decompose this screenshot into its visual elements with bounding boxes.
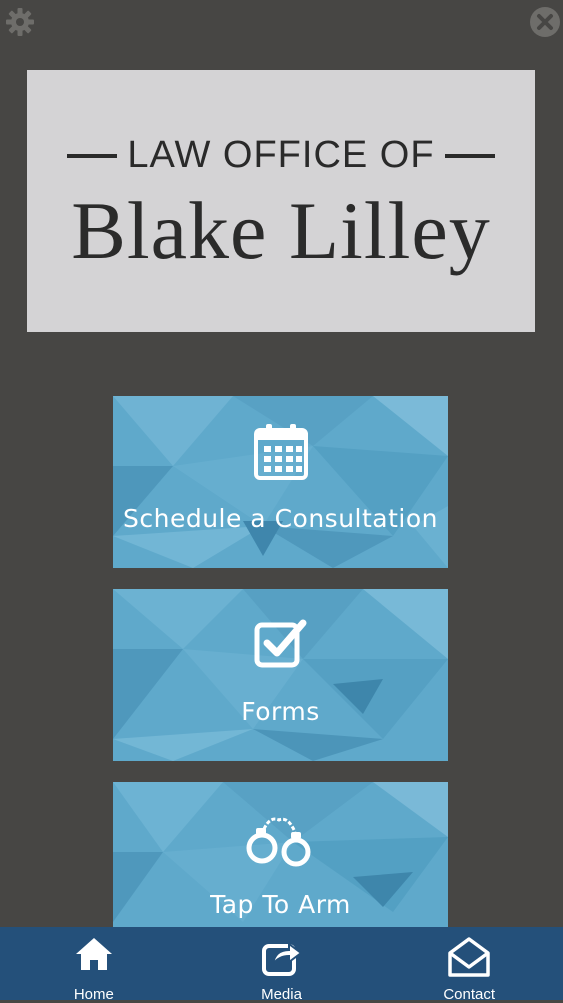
tile-label: Tap To Arm xyxy=(210,890,351,919)
tap-to-arm-button[interactable]: Tap To Arm xyxy=(113,782,448,927)
logo-dash-right xyxy=(444,153,495,158)
calendar-icon xyxy=(113,422,448,482)
law-office-logo: LAW OFFICE OF Blake Lilley xyxy=(27,70,535,332)
tab-label: Media xyxy=(261,986,302,1003)
gear-icon[interactable] xyxy=(4,6,36,38)
logo-tagline: LAW OFFICE OF xyxy=(27,134,535,177)
forms-button[interactable]: Forms xyxy=(113,589,448,761)
tile-label: Forms xyxy=(241,697,320,726)
handcuffs-icon xyxy=(113,812,448,868)
tab-contact[interactable]: Contact xyxy=(375,927,563,1003)
tab-home[interactable]: Home xyxy=(0,927,188,1003)
logo-line1: LAW OFFICE OF xyxy=(127,134,435,176)
checkbox-icon xyxy=(113,615,448,671)
logo-dash-left xyxy=(67,153,118,158)
envelope-icon xyxy=(447,936,491,983)
tab-label: Contact xyxy=(443,986,496,1003)
share-icon xyxy=(261,936,303,981)
tab-media[interactable]: Media xyxy=(188,927,376,1003)
close-icon[interactable] xyxy=(529,6,561,38)
schedule-consultation-button[interactable]: Schedule a Consultation xyxy=(113,396,448,568)
tile-label: Schedule a Consultation xyxy=(122,504,438,533)
logo-line2: Blake Lilley xyxy=(71,185,491,276)
bottom-tab-bar: Home Media Contact xyxy=(0,927,563,1003)
tab-label: Home xyxy=(73,986,114,1003)
home-icon xyxy=(74,936,114,977)
